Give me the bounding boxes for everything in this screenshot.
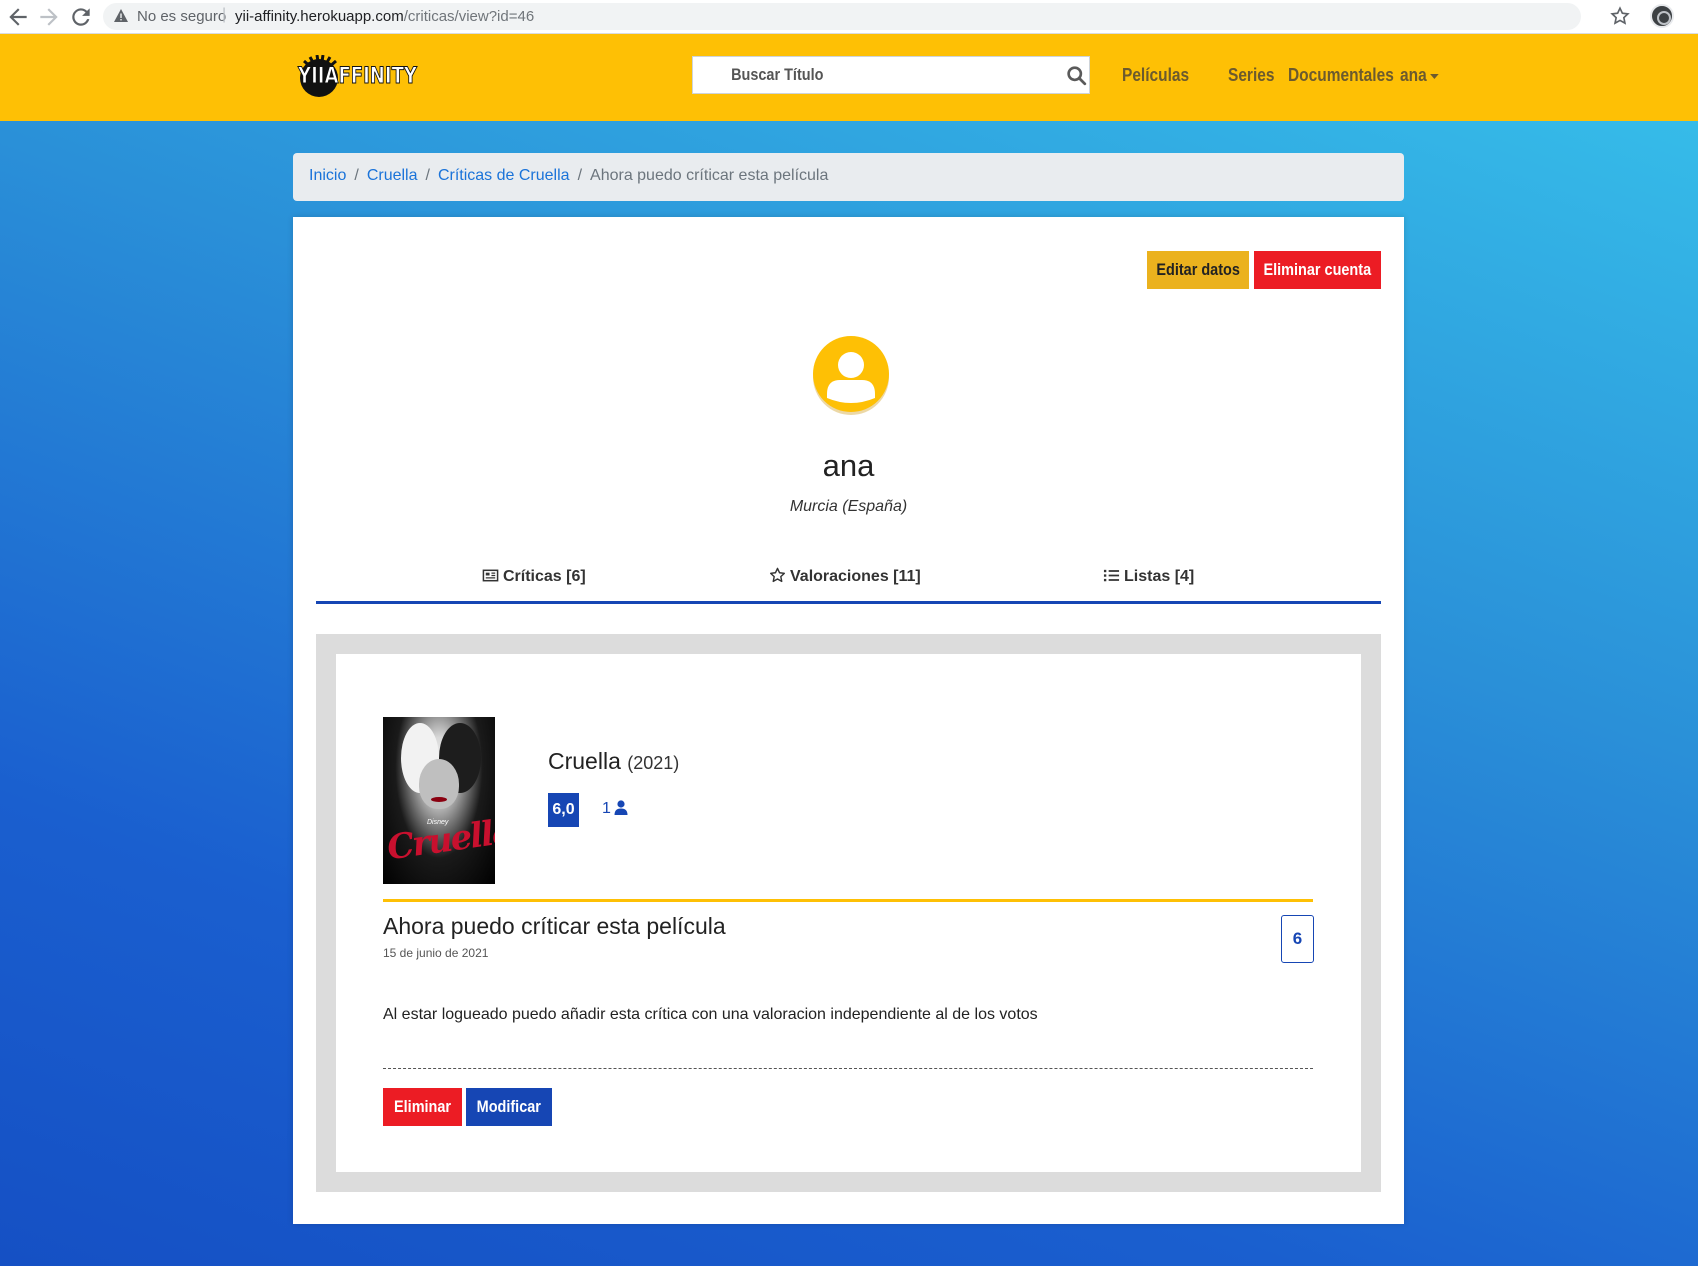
back-arrow-icon[interactable] — [5, 4, 31, 30]
movie-title: Cruella — [548, 748, 621, 774]
browser-profile-avatar[interactable] — [1650, 4, 1674, 28]
forward-arrow-icon[interactable] — [36, 4, 62, 30]
newspaper-icon — [482, 569, 499, 582]
poster-title: Cruella — [384, 811, 495, 869]
nav-documentales[interactable]: Documentales — [1288, 65, 1394, 86]
edit-profile-label: Editar datos — [1156, 260, 1240, 279]
search-box — [692, 56, 1090, 94]
breadcrumb-separator: / — [577, 167, 583, 184]
url-host: yii-affinity.herokuapp.com — [235, 8, 404, 25]
breadcrumb: Inicio / Cruella / Críticas de Cruella / Ahora… — [293, 153, 1404, 201]
movie-year: (2021) — [627, 753, 680, 773]
logo-text: YIIAFFINITY — [298, 64, 418, 90]
caret-down-icon — [1430, 73, 1439, 79]
address-bar[interactable]: No es seguro | yii-affinity.herokuapp.co… — [103, 3, 1581, 30]
main-nav: Películas Series Documentales ana — [1122, 65, 1445, 89]
url-separator: | — [222, 6, 227, 23]
average-score-badge: 6,0 — [548, 793, 579, 827]
review-date: 15 de junio de 2021 — [383, 946, 489, 960]
tab-criticas[interactable]: Críticas [6] — [482, 567, 586, 586]
tab-valoraciones[interactable]: Valoraciones [11] — [769, 567, 921, 586]
votes-number: 1 — [602, 800, 611, 817]
site-logo[interactable]: YIIAFFINITY — [298, 53, 428, 99]
breadcrumb-separator: / — [425, 167, 430, 184]
movie-title-link[interactable]: Cruella (2021) — [548, 748, 679, 775]
divider — [383, 899, 1313, 902]
movie-poster[interactable]: Disney Cruella — [383, 717, 495, 884]
url-text[interactable]: yii-affinity.herokuapp.com/criticas/view… — [235, 8, 534, 25]
site-header: YIIAFFINITY Películas Series Documentales a… — [0, 34, 1698, 121]
breadcrumb-current: Ahora puedo críticar esta película — [590, 167, 829, 184]
warning-icon — [114, 9, 128, 22]
breadcrumb-separator: / — [354, 167, 359, 184]
breadcrumb-inicio[interactable]: Inicio — [309, 167, 346, 184]
review-title: Ahora puedo críticar esta película — [383, 913, 726, 939]
browser-toolbar: No es seguro | yii-affinity.herokuapp.co… — [0, 0, 1698, 34]
user-menu[interactable]: ana — [1400, 65, 1439, 86]
list-icon — [1103, 569, 1120, 582]
delete-review-label: Eliminar — [393, 1097, 452, 1116]
delete-account-button[interactable]: Eliminar cuenta — [1254, 251, 1381, 289]
url-path: /criticas/view?id=46 — [403, 8, 535, 25]
divider — [383, 1068, 1313, 1069]
insecure-label: No es seguro — [137, 8, 227, 25]
edit-profile-button[interactable]: Editar datos — [1147, 251, 1249, 289]
modify-review-label: Modificar — [476, 1097, 542, 1116]
delete-account-label: Eliminar cuenta — [1263, 260, 1372, 279]
profile-location: Murcia (España) — [789, 498, 908, 515]
user-icon — [614, 800, 628, 815]
modify-review-button[interactable]: Modificar — [466, 1088, 552, 1126]
user-avatar-icon — [813, 336, 889, 415]
profile-username: ana — [822, 448, 875, 483]
user-menu-label: ana — [1400, 65, 1427, 85]
search-icon[interactable] — [1066, 65, 1087, 86]
reload-icon[interactable] — [68, 4, 94, 30]
poster-art — [431, 797, 447, 802]
breadcrumb-reviews[interactable]: Críticas de Cruella — [438, 167, 570, 184]
review-container: Disney Cruella Cruella (2021) 6,0 1 Ahor… — [316, 634, 1381, 1192]
review-body: Al estar logueado puedo añadir esta crít… — [383, 1006, 1038, 1023]
bookmark-star-icon[interactable] — [1609, 5, 1631, 27]
tab-valoraciones-label: Valoraciones [11] — [790, 568, 921, 585]
review-score-badge: 6 — [1281, 915, 1314, 963]
search-input[interactable] — [693, 57, 1053, 93]
review-card: Disney Cruella Cruella (2021) 6,0 1 Ahor… — [336, 654, 1361, 1172]
profile-card: Editar datos Eliminar cuenta ana Murcia … — [293, 217, 1404, 1224]
profile-tabs: Críticas [6] Valoraciones [11] Listas [4… — [316, 547, 1381, 604]
star-icon — [769, 567, 786, 583]
delete-review-button[interactable]: Eliminar — [383, 1088, 462, 1126]
tab-listas[interactable]: Listas [4] — [1103, 567, 1194, 586]
nav-series[interactable]: Series — [1228, 65, 1274, 86]
tab-criticas-label: Críticas [6] — [503, 568, 586, 585]
votes-count: 1 — [602, 800, 628, 818]
breadcrumb-movie[interactable]: Cruella — [367, 167, 418, 184]
nav-peliculas[interactable]: Películas — [1122, 65, 1201, 86]
tab-listas-label: Listas [4] — [1124, 568, 1195, 585]
